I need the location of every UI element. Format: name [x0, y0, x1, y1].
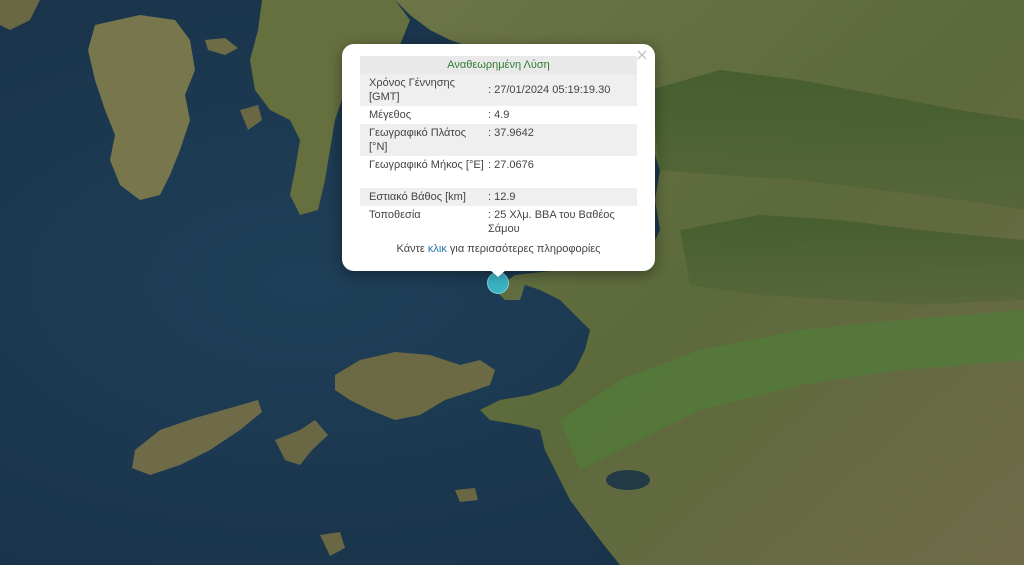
more-info-link[interactable]: κλικ: [428, 243, 447, 255]
table-row: Εστιακό Βάθος [km] : 12.9: [360, 188, 637, 206]
popup-title: Αναθεωρημένη Λύση: [360, 56, 637, 74]
table-row: Μέγεθος : 4.9: [360, 106, 637, 124]
table-row: Γεωγραφικό Πλάτος [°N] : 37.9642: [360, 124, 637, 156]
row-value: : 12.9: [488, 188, 637, 206]
more-info-text: Κάντε κλικ για περισσότερες πληροφορίες: [342, 243, 655, 255]
row-value: : 27/01/2024 05:19:19.30: [488, 74, 637, 106]
row-value: : 37.9642: [488, 124, 637, 156]
more-info-suffix: για περισσότερες πληροφορίες: [446, 243, 601, 255]
more-info-prefix: Κάντε: [396, 243, 428, 255]
row-value: : 4.9: [488, 109, 510, 121]
row-label: Γεωγραφικό Μήκος [°E]: [369, 159, 484, 171]
row-label: Μέγεθος: [369, 109, 412, 121]
row-label: Γεωγραφικό Πλάτος [°N]: [360, 124, 488, 156]
row-value: : 27.0676: [488, 159, 534, 171]
table-row: Τοποθεσία : 25 Χλμ. ΒΒΑ του Βαθέος Σάμου: [360, 206, 637, 238]
row-label: Εστιακό Βάθος [km]: [360, 188, 488, 206]
lake: [606, 470, 650, 490]
earthquake-info-table: Χρόνος Γέννησης [GMT] : 27/01/2024 05:19…: [360, 74, 637, 238]
row-label: Τοποθεσία: [369, 209, 421, 221]
popup-tip: [490, 270, 506, 277]
earthquake-popup: × Αναθεωρημένη Λύση Χρόνος Γέννησης [GMT…: [342, 44, 655, 271]
table-row: Γεωγραφικό Μήκος [°E] : 27.0676: [360, 156, 637, 188]
table-row: Χρόνος Γέννησης [GMT] : 27/01/2024 05:19…: [360, 74, 637, 106]
row-value: : 25 Χλμ. ΒΒΑ του Βαθέος Σάμου: [488, 209, 615, 235]
row-label: Χρόνος Γέννησης [GMT]: [360, 74, 488, 106]
